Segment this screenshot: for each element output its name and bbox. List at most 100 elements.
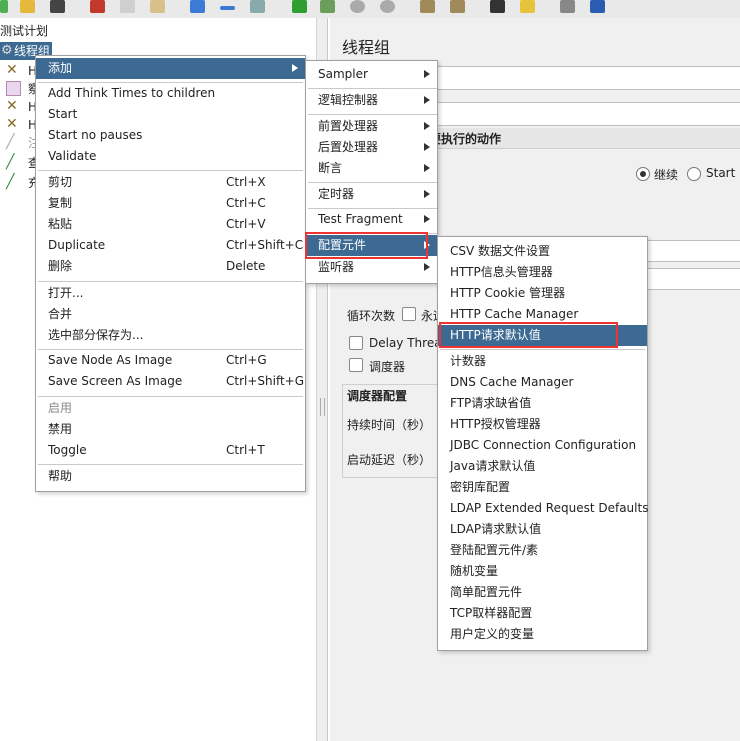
function-helper-icon[interactable] (560, 0, 575, 13)
menu-item-label: JDBC Connection Configuration (450, 438, 637, 452)
continue-radio[interactable] (636, 167, 650, 181)
config-item-auth-manager[interactable]: HTTP授权管理器 (450, 414, 541, 435)
name-field[interactable] (426, 66, 740, 90)
scheduler-checkbox[interactable] (349, 358, 363, 372)
start-next-radio[interactable] (687, 167, 701, 181)
config-item-simple-config[interactable]: 简单配置元件 (450, 582, 522, 603)
submenu-arrow-icon (424, 215, 430, 223)
config-item-ldap-extended[interactable]: LDAP Extended Request Defaults (450, 498, 648, 519)
submenu-item-listener[interactable]: 监听器 (306, 257, 437, 278)
menu-item-shortcut: Delete (226, 259, 266, 273)
menu-item-add-think-times[interactable]: Add Think Times to children (48, 83, 215, 104)
clear-all-icon[interactable] (450, 0, 465, 13)
toggle-icon[interactable] (250, 0, 265, 13)
comments-field[interactable] (426, 102, 740, 126)
submenu-arrow-icon (424, 143, 430, 151)
menu-item-label: TCP取样器配置 (450, 606, 533, 620)
search-icon[interactable] (490, 0, 505, 13)
error-action-heading: 要执行的动作 (429, 132, 502, 146)
highlight-box-config-element (305, 232, 428, 259)
loop-forever-checkbox[interactable] (402, 307, 416, 321)
menu-item-save-node-image[interactable]: Save Node As Image Ctrl+G (48, 350, 298, 371)
config-item-header-manager[interactable]: HTTP信息头管理器 (450, 262, 553, 283)
menu-item-start-no-pauses[interactable]: Start no pauses (48, 125, 142, 146)
listener-icon (6, 81, 21, 96)
config-item-counter[interactable]: 计数器 (450, 351, 486, 372)
start-icon[interactable] (292, 0, 307, 13)
menu-item-copy[interactable]: 复制 Ctrl+C (48, 193, 298, 214)
config-item-java-defaults[interactable]: Java请求默认值 (450, 456, 535, 477)
config-item-cookie-manager[interactable]: HTTP Cookie 管理器 (450, 283, 565, 304)
menu-item-validate[interactable]: Validate (48, 146, 96, 167)
submenu-item-sampler[interactable]: Sampler (306, 64, 437, 85)
scheduler-config-title: 调度器配置 (347, 389, 408, 403)
menu-item-cut[interactable]: 剪切 Ctrl+X (48, 172, 298, 193)
submenu-item-test-fragment[interactable]: Test Fragment (306, 209, 437, 230)
config-item-random-variable[interactable]: 随机变量 (450, 561, 498, 582)
save-icon[interactable] (50, 0, 65, 13)
menu-item-label: Start no pauses (48, 128, 143, 142)
menu-item-label: Sampler (318, 67, 368, 81)
config-item-tcp-config[interactable]: TCP取样器配置 (450, 603, 532, 624)
cut-icon[interactable] (90, 0, 105, 13)
open-folder-icon[interactable] (20, 0, 35, 13)
config-element-submenu: CSV 数据文件设置 HTTP信息头管理器 HTTP Cookie 管理器 HT… (437, 236, 648, 651)
menu-item-duplicate[interactable]: Duplicate Ctrl+Shift+C (48, 235, 303, 256)
submenu-item-timer[interactable]: 定时器 (306, 184, 437, 205)
menu-item-delete[interactable]: 删除 Delete (48, 256, 298, 277)
menu-item-label: 监听器 (318, 260, 355, 274)
startup-delay-label: 启动延迟（秒） (347, 453, 432, 467)
submenu-item-post-processor[interactable]: 后置处理器 (306, 137, 437, 158)
menu-item-start[interactable]: Start (48, 104, 77, 125)
submenu-item-logic-controller[interactable]: 逻辑控制器 (306, 90, 437, 111)
context-menu: 添加 Add Think Times to children Start Sta… (35, 55, 306, 492)
menu-item-add[interactable]: 添加 (36, 58, 305, 79)
menu-separator (38, 281, 303, 282)
menu-item-save-selection-as[interactable]: 选中部分保存为... (48, 325, 143, 346)
config-item-login-config[interactable]: 登陆配置元件/素 (450, 540, 538, 561)
tree-item-test-plan[interactable]: 测试计划 (0, 22, 48, 40)
submenu-item-assertion[interactable]: 断言 (306, 158, 437, 179)
menu-item-merge[interactable]: 合并 (48, 304, 72, 325)
menu-separator (308, 88, 437, 89)
menu-item-label: HTTP授权管理器 (450, 417, 541, 431)
menu-item-help[interactable]: 帮助 (48, 466, 72, 487)
menu-item-open[interactable]: 打开... (48, 283, 83, 304)
menu-item-label: Add Think Times to children (48, 86, 216, 100)
help-icon[interactable] (590, 0, 605, 13)
stop-icon[interactable] (350, 0, 365, 13)
menu-item-save-screen-image[interactable]: Save Screen As Image Ctrl+Shift+G (48, 371, 304, 392)
clear-icon[interactable] (420, 0, 435, 13)
copy-icon[interactable] (120, 0, 135, 13)
loop-count-label: 循环次数 (347, 309, 396, 323)
delay-thread-checkbox[interactable] (349, 336, 363, 350)
menu-separator (38, 464, 303, 465)
menu-item-shortcut: Ctrl+X (226, 175, 266, 189)
submenu-item-pre-processor[interactable]: 前置处理器 (306, 116, 437, 137)
new-icon[interactable] (0, 0, 8, 13)
config-item-keystore[interactable]: 密钥库配置 (450, 477, 510, 498)
menu-item-label: LDAP请求默认值 (450, 522, 542, 536)
menu-item-disable[interactable]: 禁用 (48, 419, 72, 440)
menu-item-shortcut: Ctrl+Shift+C (226, 238, 304, 252)
menu-item-paste[interactable]: 粘贴 Ctrl+V (48, 214, 298, 235)
shutdown-icon[interactable] (380, 0, 395, 13)
menu-item-label: 选中部分保存为... (48, 328, 144, 342)
config-item-dns-cache[interactable]: DNS Cache Manager (450, 372, 573, 393)
config-item-ftp-defaults[interactable]: FTP请求缺省值 (450, 393, 531, 414)
paste-icon[interactable] (150, 0, 165, 13)
config-item-user-defined-vars[interactable]: 用户定义的变量 (450, 624, 534, 645)
collapse-icon[interactable] (220, 6, 235, 10)
menu-item-label: Save Node As Image (48, 353, 173, 367)
config-item-jdbc[interactable]: JDBC Connection Configuration (450, 435, 636, 456)
menu-item-label: Start (48, 107, 78, 121)
config-item-csv[interactable]: CSV 数据文件设置 (450, 241, 550, 262)
start-no-pause-icon[interactable] (320, 0, 335, 13)
menu-item-toggle[interactable]: Toggle Ctrl+T (48, 440, 298, 461)
menu-item-label: HTTP Cookie 管理器 (450, 286, 566, 300)
reset-search-icon[interactable] (520, 0, 535, 13)
config-item-ldap-defaults[interactable]: LDAP请求默认值 (450, 519, 541, 540)
continue-label: 继续 (654, 168, 679, 182)
expand-icon[interactable] (190, 0, 205, 13)
scheduler-label: 调度器 (369, 360, 406, 374)
